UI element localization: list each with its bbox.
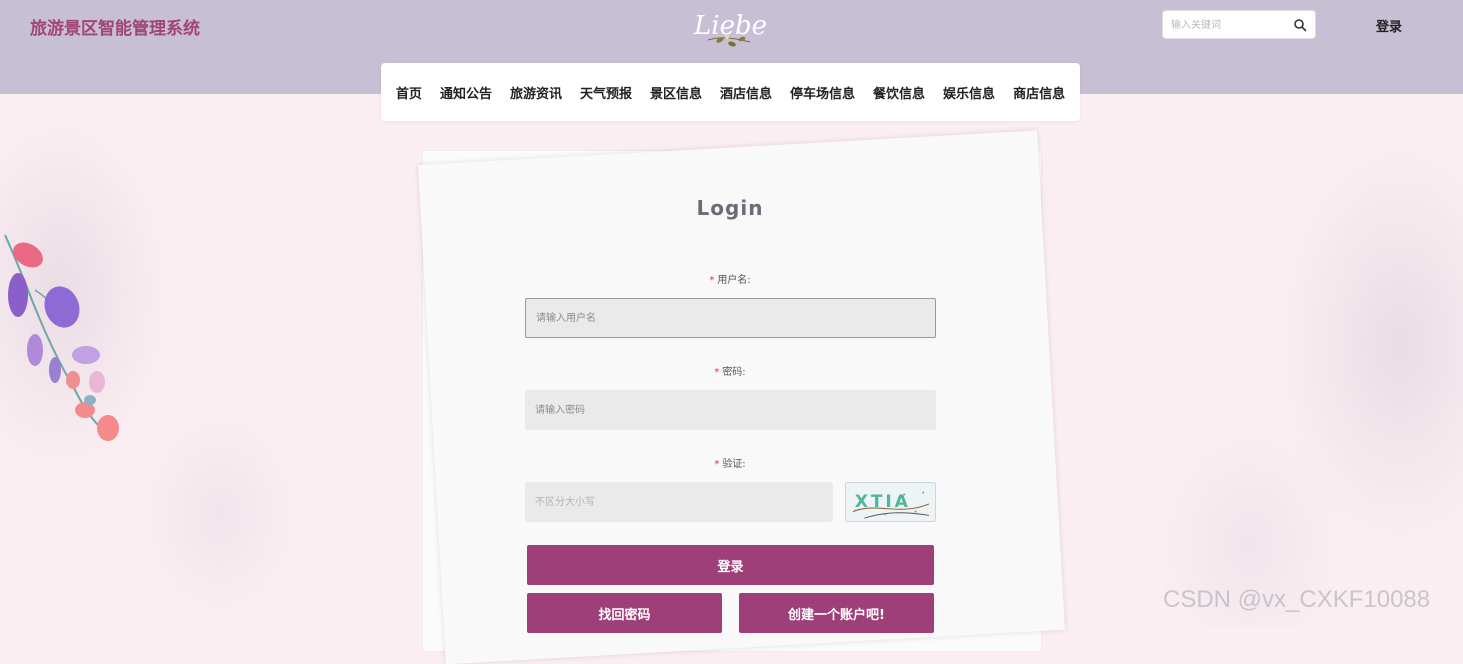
login-title: Login xyxy=(696,196,764,220)
nav-item-home[interactable]: 首页 xyxy=(387,83,431,102)
login-form: Login *用户名: *密码: *验证: XTIA 登录 找回密码 创建一个账… xyxy=(520,0,940,633)
password-label-text: 密码: xyxy=(722,367,746,378)
username-label-text: 用户名: xyxy=(717,275,751,286)
username-input[interactable] xyxy=(525,298,936,338)
captcha-label-text: 验证: xyxy=(722,459,746,470)
header-login-link[interactable]: 登录 xyxy=(1376,16,1402,35)
username-label: * 用户名: xyxy=(520,271,940,286)
captcha-label: * 验证: xyxy=(520,455,940,470)
watermark: CSDN @vx_CXKF10088 xyxy=(1163,586,1431,613)
search-icon[interactable] xyxy=(1293,18,1307,32)
search-input[interactable] xyxy=(1169,16,1291,35)
login-button[interactable]: 登录 xyxy=(527,545,934,585)
register-button[interactable]: 创建一个账户吧! xyxy=(739,593,934,633)
flower-decoration xyxy=(4,234,119,441)
forgot-password-button[interactable]: 找回密码 xyxy=(527,593,722,633)
search-box xyxy=(1162,10,1316,39)
required-mark: * xyxy=(714,367,720,378)
nav-item-shops[interactable]: 商店信息 xyxy=(1004,83,1074,102)
password-label: * 密码: xyxy=(520,363,940,378)
nav-item-notices[interactable]: 通知公告 xyxy=(431,83,501,102)
captcha-input[interactable] xyxy=(525,482,833,522)
required-mark: * xyxy=(714,459,720,470)
captcha-image[interactable]: XTIA xyxy=(845,482,936,522)
required-mark: * xyxy=(709,275,715,286)
site-title: 旅游景区智能管理系统 xyxy=(30,19,200,39)
nav-item-entertainment[interactable]: 娱乐信息 xyxy=(934,83,1004,102)
password-input[interactable] xyxy=(525,390,936,430)
